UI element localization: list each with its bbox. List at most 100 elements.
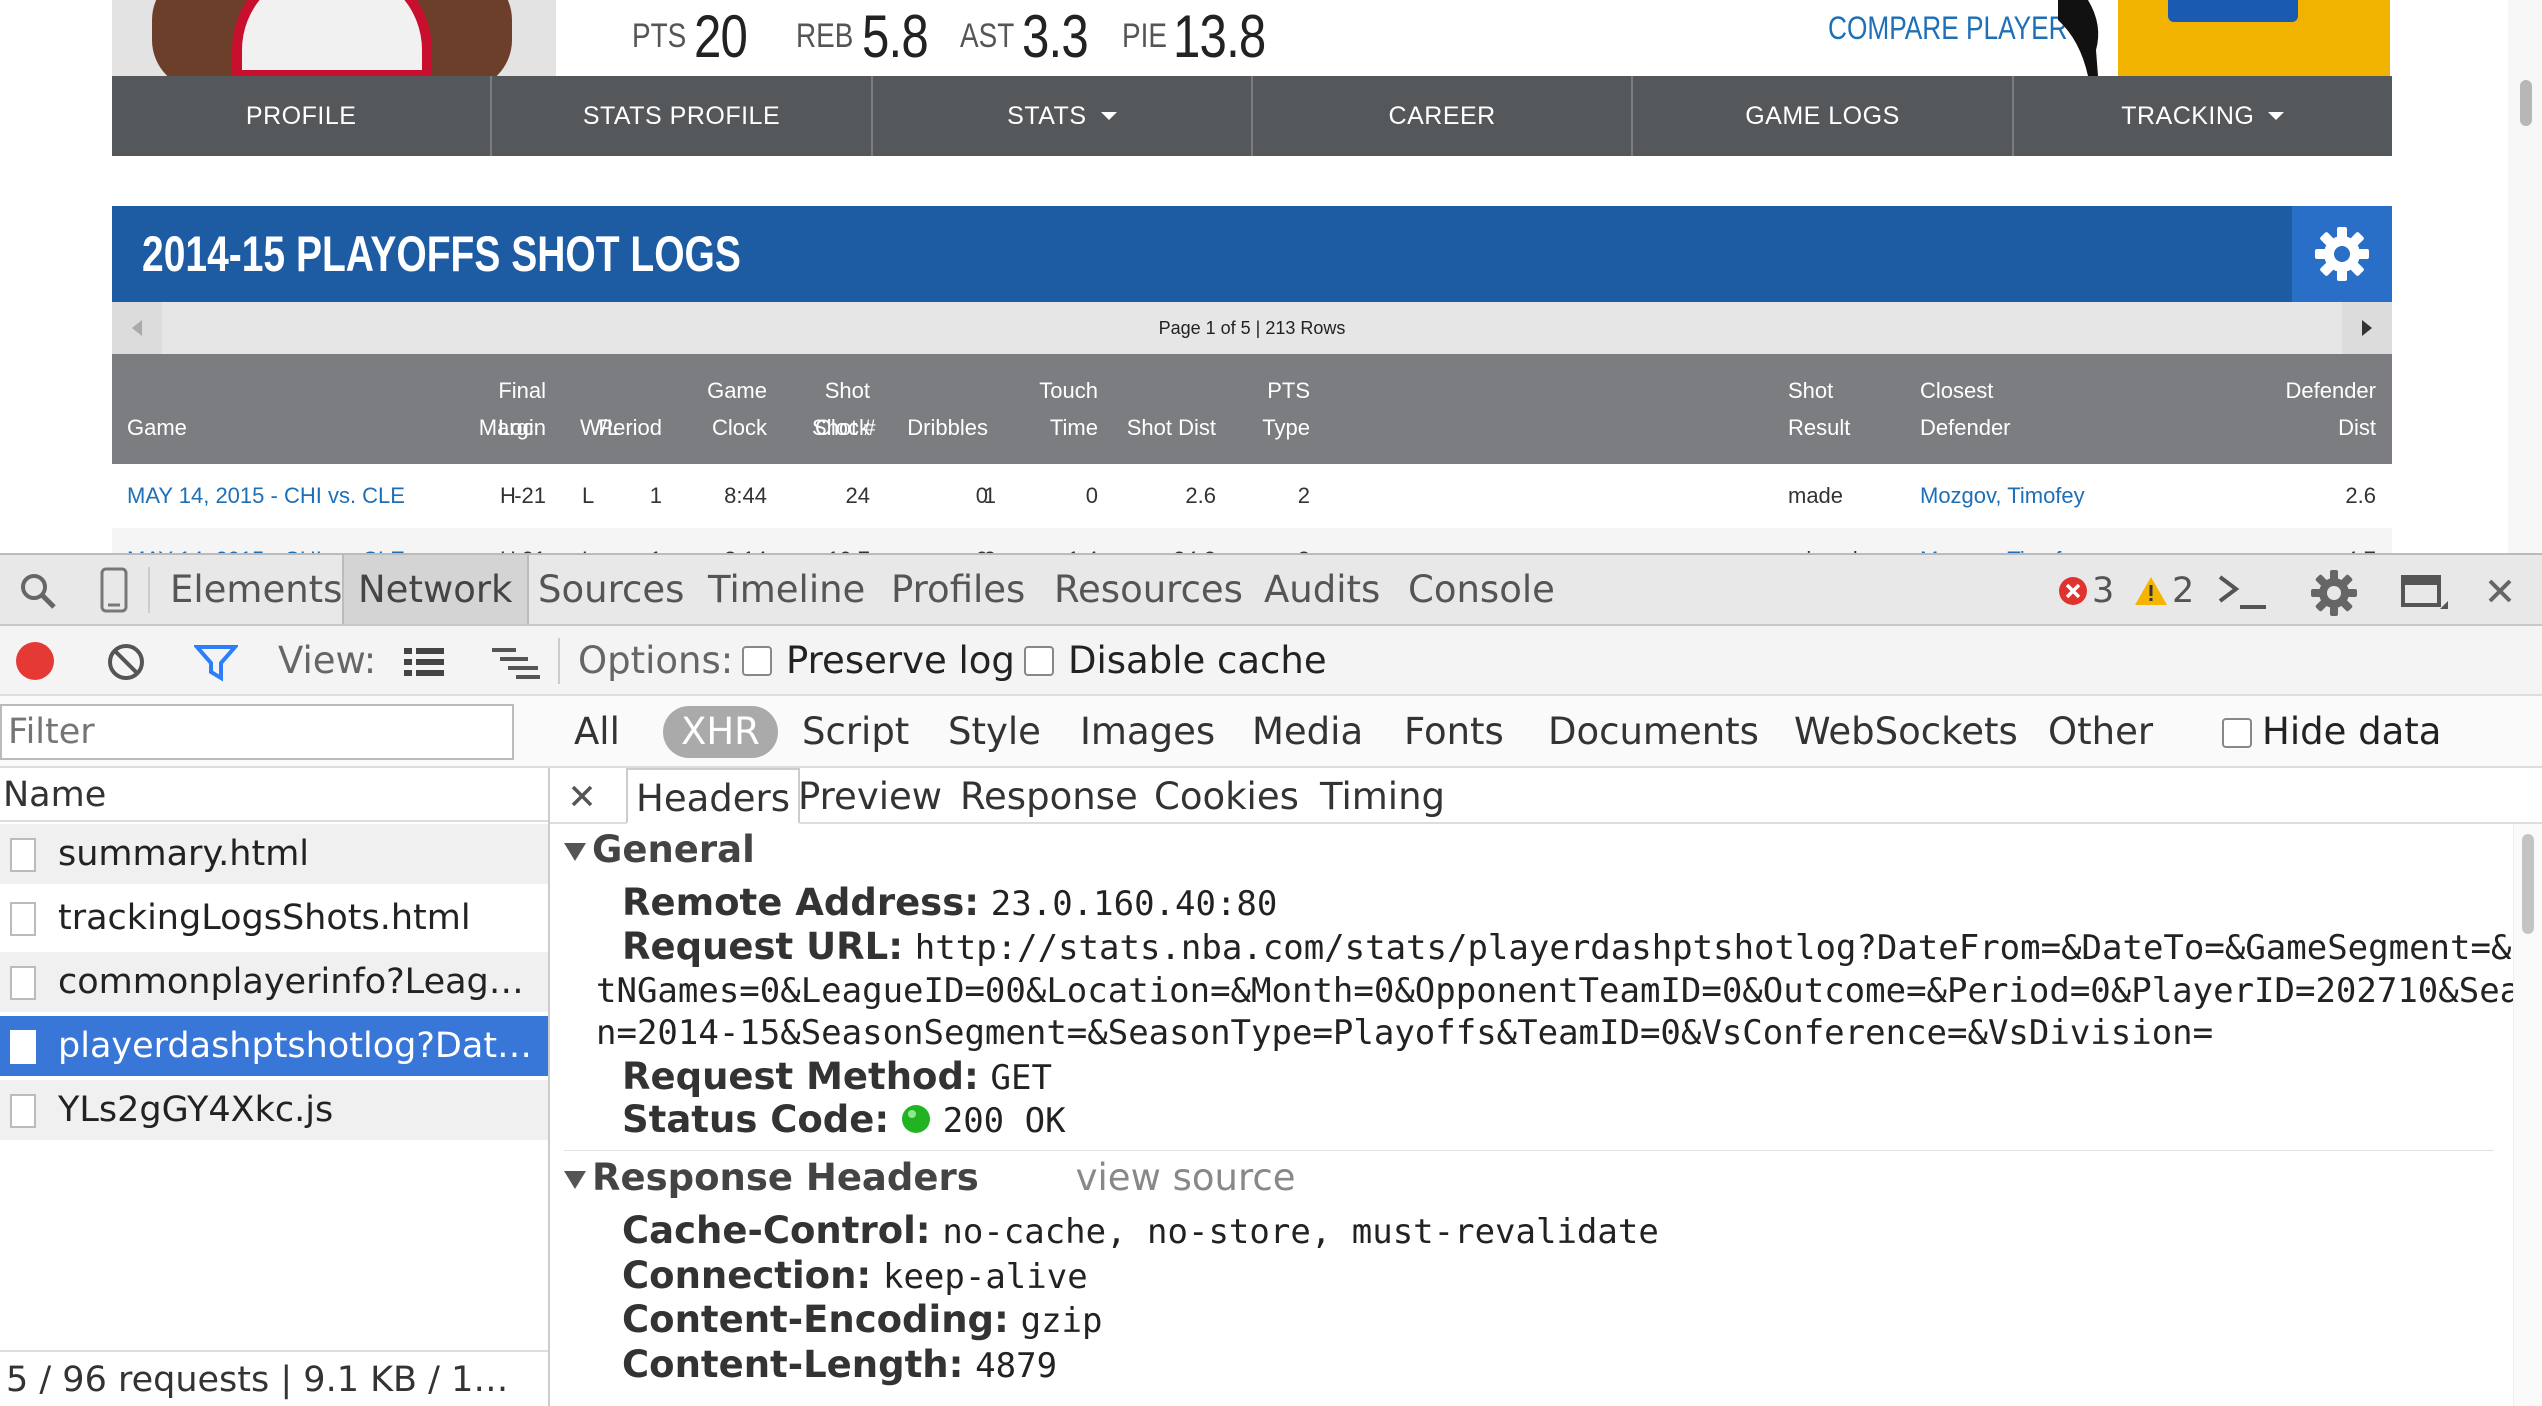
request-item[interactable]: trackingLogsShots.html — [0, 888, 548, 948]
nav-profile[interactable]: PROFILE — [112, 76, 493, 156]
tab-response[interactable]: Response — [960, 768, 1138, 822]
cell-dribbles: 0 — [976, 528, 988, 553]
details-scrollbar[interactable] — [2513, 824, 2542, 1406]
preserve-log-label[interactable]: Preserve log — [786, 626, 1015, 696]
tab-timeline[interactable]: Timeline — [708, 555, 865, 624]
filter-input[interactable] — [0, 704, 514, 760]
stat-value: 5.8 — [861, 2, 929, 70]
filter-fonts[interactable]: Fonts — [1404, 706, 1504, 758]
nav-career[interactable]: CAREER — [1253, 76, 1634, 156]
tab-sources[interactable]: Sources — [538, 555, 684, 624]
tab-cookies[interactable]: Cookies — [1154, 768, 1299, 822]
col-label: Type — [1262, 415, 1310, 440]
hide-data-urls-checkbox[interactable] — [2222, 718, 2252, 748]
cell-game-link[interactable]: MAY 14, 2015 - CHI vs. CLE — [127, 464, 405, 528]
response-headers-section-toggle[interactable]: Response Headers view source — [564, 1156, 1295, 1199]
col-defender-dist[interactable]: Defender Dist — [2285, 372, 2376, 446]
scrollbar-thumb[interactable] — [2522, 834, 2534, 934]
cell-defender-link[interactable]: Mozgov, Timofey — [1920, 528, 2085, 553]
nav-tracking[interactable]: TRACKING — [2014, 76, 2392, 156]
website-viewport: PTS 20 REB 5.8 AST 3.3 PIE 13.8 COMPARE … — [0, 0, 2542, 553]
col-label: Final — [498, 378, 546, 403]
request-item[interactable]: summary.html — [0, 824, 548, 884]
disable-cache-label[interactable]: Disable cache — [1068, 626, 1327, 696]
col-label: Shot — [824, 378, 870, 403]
view-source-link[interactable]: view source — [1076, 1156, 1296, 1199]
scrollbar-thumb[interactable] — [2520, 80, 2532, 126]
table-settings-button[interactable] — [2292, 206, 2392, 302]
cell-defender-link[interactable]: Mozgov, Timofey — [1920, 464, 2085, 528]
nav-game-logs[interactable]: GAME LOGS — [1633, 76, 2014, 156]
error-counter[interactable]: 3 — [2058, 569, 2114, 613]
col-dribbles[interactable]: Dribbles — [907, 409, 988, 446]
page-scrollbar[interactable] — [2508, 0, 2542, 553]
close-icon[interactable] — [2486, 577, 2514, 605]
network-filterbar: All XHR Script Style Images Media Fonts … — [0, 696, 2542, 805]
tab-preview[interactable]: Preview — [798, 768, 942, 822]
col-game-clock[interactable]: Game Clock — [707, 372, 767, 446]
request-item[interactable]: YLs2gGY4Xkc.js — [0, 1080, 548, 1140]
tab-audits[interactable]: Audits — [1264, 555, 1380, 624]
warning-counter[interactable]: 2 — [2134, 569, 2194, 613]
col-period[interactable]: Period — [598, 409, 662, 446]
disable-cache-checkbox[interactable] — [1024, 646, 1054, 676]
next-page-button[interactable] — [2342, 302, 2392, 354]
clear-icon[interactable] — [106, 642, 146, 682]
overview-waterfall-icon[interactable] — [490, 646, 542, 680]
filter-documents[interactable]: Documents — [1548, 706, 1759, 758]
search-icon[interactable] — [18, 571, 58, 611]
cell-game-link[interactable]: MAY 14, 2015 - CHI vs. CLE — [127, 528, 405, 553]
name-column-header[interactable]: Name — [0, 768, 548, 822]
filter-script[interactable]: Script — [802, 706, 909, 758]
request-item-selected[interactable]: playerdashptshotlog?Dat… — [0, 1016, 548, 1076]
dock-side-icon[interactable] — [2400, 571, 2450, 615]
nav-stats[interactable]: STATS — [873, 76, 1253, 156]
col-touch-time[interactable]: Touch Time — [1039, 372, 1098, 446]
col-shot-result[interactable]: Shot Result — [1788, 372, 1850, 446]
filter-websockets[interactable]: WebSockets — [1794, 706, 2018, 758]
close-icon[interactable] — [570, 784, 594, 808]
tab-console[interactable]: Console — [1408, 555, 1555, 624]
nav-stats-profile[interactable]: STATS PROFILE — [492, 76, 873, 156]
filter-icon[interactable] — [194, 644, 238, 682]
filter-images[interactable]: Images — [1080, 706, 1215, 758]
tab-headers[interactable]: Headers — [626, 768, 800, 824]
nav-label: TRACKING — [2121, 101, 2255, 130]
device-mode-icon[interactable] — [98, 567, 132, 613]
tab-network[interactable]: Network — [342, 555, 529, 624]
cell-final-margin: -21 — [514, 528, 546, 553]
stat-label: PIE — [1122, 16, 1167, 55]
hide-data-urls-label[interactable]: Hide data URLs — [2262, 706, 2542, 805]
request-item[interactable]: commonplayerinfo?Leag… — [0, 952, 548, 1012]
col-shot-clock[interactable]: Shot Clock — [815, 372, 870, 446]
filter-all[interactable]: All — [574, 706, 620, 758]
console-drawer-icon[interactable] — [2216, 573, 2270, 611]
settings-gear-icon[interactable] — [2310, 569, 2358, 617]
tab-profiles[interactable]: Profiles — [891, 555, 1025, 624]
general-section-toggle[interactable]: General — [564, 828, 755, 871]
prev-page-button[interactable] — [112, 302, 162, 354]
preserve-log-checkbox[interactable] — [742, 646, 772, 676]
file-icon — [10, 838, 36, 872]
col-shot-dist[interactable]: Shot Dist — [1127, 409, 1216, 446]
tab-timing[interactable]: Timing — [1320, 768, 1445, 822]
col-game[interactable]: Game — [127, 409, 187, 446]
col-pts-type[interactable]: PTS Type — [1262, 372, 1310, 446]
tab-elements[interactable]: Elements — [170, 555, 342, 624]
stat-label: PTS — [632, 16, 687, 55]
gear-icon — [2315, 227, 2369, 281]
filter-media[interactable]: Media — [1252, 706, 1363, 758]
compare-player-link[interactable]: COMPARE PLAYER — [1828, 10, 2068, 47]
col-final-margin[interactable]: Final Margin — [479, 372, 546, 446]
record-icon[interactable] — [14, 640, 56, 682]
table-pager: Page 1 of 5 | 213 Rows — [112, 302, 2392, 354]
large-rows-icon[interactable] — [402, 646, 446, 678]
status-code-line: Status Code: 200 OK — [622, 1098, 1066, 1141]
filter-other[interactable]: Other — [2048, 706, 2153, 758]
nav-label: CAREER — [1388, 101, 1496, 130]
tab-resources[interactable]: Resources — [1054, 555, 1243, 624]
warning-icon — [2135, 577, 2167, 605]
filter-style[interactable]: Style — [948, 706, 1041, 758]
filter-xhr[interactable]: XHR — [663, 706, 778, 758]
col-closest-defender[interactable]: Closest Defender — [1920, 372, 2011, 446]
